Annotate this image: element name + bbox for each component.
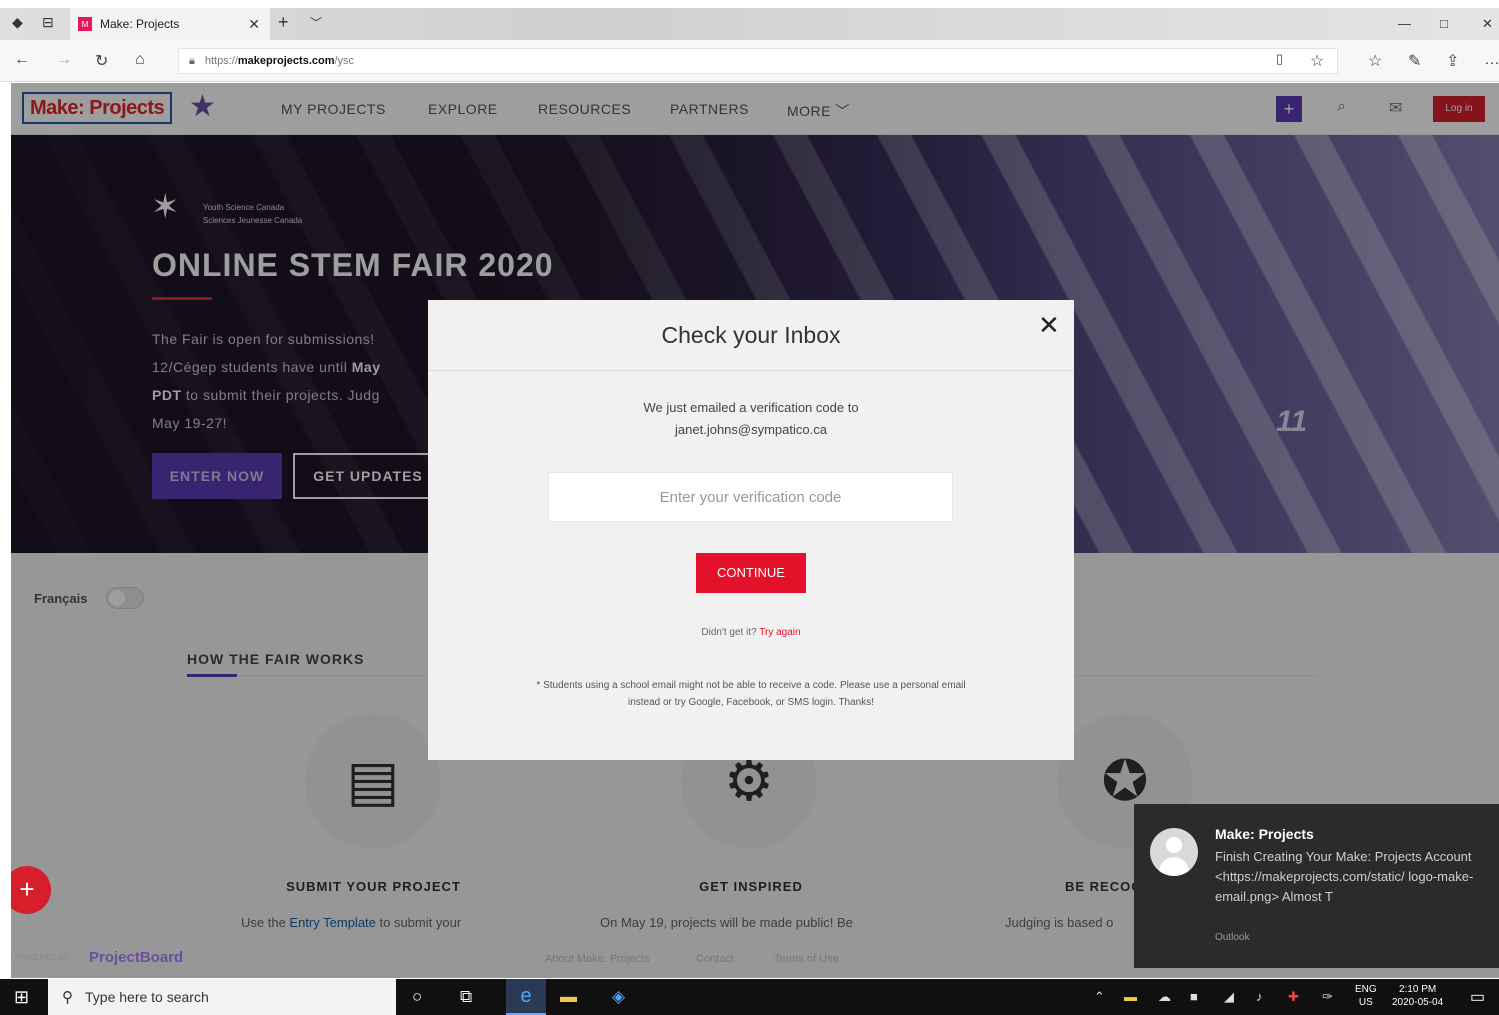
search-lens-icon: ⚲ bbox=[62, 989, 73, 1006]
pen-ink-icon[interactable]: ✑ bbox=[1322, 989, 1333, 1005]
try-again-link[interactable]: Try again bbox=[759, 627, 800, 638]
windows-taskbar: ⊞ ⚲ Type here to search ○ ⧉ e ▬ ◈ ⌃ ▬ ☁ … bbox=[0, 979, 1499, 1015]
edge-browser-icon[interactable]: e bbox=[506, 979, 546, 1015]
close-tab-icon[interactable]: ✕ bbox=[248, 16, 260, 33]
clock-time: 2:10 PM bbox=[1398, 984, 1437, 995]
url-path: /ysc bbox=[334, 55, 355, 67]
lang-code: ENG bbox=[1355, 984, 1377, 995]
modal-message: We just emailed a verification code to j… bbox=[428, 397, 1074, 441]
footer-contact-link[interactable]: Contact bbox=[696, 953, 734, 965]
toast-title: Make: Projects bbox=[1215, 826, 1314, 842]
tab-title: Make: Projects bbox=[100, 17, 180, 31]
input-language[interactable]: ENG US bbox=[1355, 983, 1377, 1009]
maximize-icon[interactable]: □ bbox=[1440, 16, 1448, 31]
taskbar-search-placeholder: Type here to search bbox=[85, 989, 209, 1005]
email-notification-toast[interactable]: Make: Projects Finish Creating Your Make… bbox=[1134, 804, 1499, 968]
modal-message-line: We just emailed a verification code to bbox=[643, 400, 859, 415]
continue-button[interactable]: CONTINUE bbox=[696, 553, 806, 593]
screen: ◆ ⊟ M Make: Projects ✕ + ﹀ — □ ✕ ← → ↻ ⌂… bbox=[0, 0, 1499, 1015]
toast-source: Outlook bbox=[1215, 932, 1250, 943]
tray-alert-icon[interactable]: ✚ bbox=[1288, 989, 1299, 1005]
app-icon[interactable]: ◈ bbox=[612, 987, 625, 1007]
tab-list-chevron-icon[interactable]: ﹀ bbox=[310, 14, 322, 31]
refresh-icon[interactable]: ↻ bbox=[95, 51, 108, 71]
browser-tab-bar: ◆ ⊟ M Make: Projects ✕ + ﹀ — □ ✕ bbox=[0, 8, 1499, 40]
network-icon[interactable]: ◢ bbox=[1224, 989, 1234, 1005]
verification-modal: Check your Inbox ✕ We just emailed a ver… bbox=[428, 300, 1074, 760]
task-view-icon[interactable]: ⧉ bbox=[460, 987, 472, 1007]
home-icon[interactable]: ⌂ bbox=[135, 51, 145, 69]
url-field[interactable]: 🔒︎ https:// makeprojects.com /ysc bbox=[178, 48, 1338, 74]
tray-folder-icon[interactable]: ▬ bbox=[1124, 989, 1137, 1004]
powered-by-label: POWERED BY bbox=[15, 953, 70, 962]
back-icon[interactable]: ← bbox=[14, 51, 30, 69]
new-tab-icon[interactable]: + bbox=[278, 12, 289, 33]
retry-text: Didn't get it? bbox=[701, 627, 760, 638]
file-explorer-icon[interactable]: ▬ bbox=[560, 987, 577, 1007]
toast-body: Finish Creating Your Make: Projects Acco… bbox=[1215, 849, 1474, 904]
lock-icon: 🔒︎ bbox=[189, 54, 195, 67]
modal-close-icon[interactable]: ✕ bbox=[1038, 310, 1060, 341]
projectboard-logo[interactable]: ProjectBoard bbox=[89, 949, 183, 966]
favorite-star-icon[interactable]: ☆ bbox=[1310, 51, 1324, 71]
retry-line: Didn't get it? Try again bbox=[428, 627, 1074, 638]
address-bar-row: ← → ↻ ⌂ 🔒︎ https:// makeprojects.com /ys… bbox=[0, 40, 1499, 82]
tab-preview-icon[interactable]: ⊟ bbox=[42, 14, 54, 31]
sender-avatar-icon bbox=[1150, 828, 1198, 876]
share-icon[interactable]: ⇪ bbox=[1446, 51, 1459, 71]
modal-title: Check your Inbox bbox=[661, 322, 841, 348]
tray-chevron-up-icon[interactable]: ⌃ bbox=[1094, 989, 1105, 1005]
school-email-note: * Students using a school email might no… bbox=[536, 680, 966, 708]
clock-date: 2020-05-04 bbox=[1392, 997, 1444, 1008]
taskbar-search-box[interactable]: ⚲ Type here to search bbox=[48, 979, 396, 1015]
url-prefix: https:// bbox=[204, 55, 238, 67]
action-center-icon[interactable]: ▭ bbox=[1470, 987, 1485, 1007]
footer-about-link[interactable]: About Make: Projects bbox=[545, 953, 650, 965]
window-menu-icon[interactable]: ◆ bbox=[12, 14, 23, 31]
lang-region: US bbox=[1358, 997, 1373, 1008]
reading-view-icon[interactable]: ▯ bbox=[1276, 51, 1283, 67]
tray-device-icon[interactable]: ■ bbox=[1190, 989, 1198, 1004]
onedrive-cloud-icon[interactable]: ☁ bbox=[1158, 989, 1171, 1005]
minimize-icon[interactable]: — bbox=[1398, 16, 1411, 31]
site-favicon-icon: M bbox=[78, 17, 92, 31]
system-clock[interactable]: 2:10 PM 2020-05-04 bbox=[1392, 983, 1443, 1009]
browser-tab[interactable]: M Make: Projects ✕ bbox=[70, 8, 270, 40]
volume-icon[interactable]: ♪ bbox=[1256, 989, 1263, 1004]
verification-code-input[interactable] bbox=[548, 472, 953, 522]
windows-start-icon[interactable]: ⊞ bbox=[14, 987, 29, 1008]
footer-terms-link[interactable]: Terms of Use bbox=[774, 953, 839, 965]
modal-email: janet.johns@sympatico.ca bbox=[675, 422, 827, 437]
notes-pen-icon[interactable]: ✎ bbox=[1408, 51, 1421, 71]
cortana-circle-icon[interactable]: ○ bbox=[412, 987, 422, 1007]
more-dots-icon[interactable]: … bbox=[1484, 51, 1499, 69]
url-host: makeprojects.com bbox=[237, 55, 335, 67]
forward-icon[interactable]: → bbox=[56, 51, 72, 69]
window-close-icon[interactable]: ✕ bbox=[1482, 16, 1493, 32]
favorites-hub-icon[interactable]: ☆ bbox=[1368, 51, 1382, 71]
modal-divider bbox=[428, 370, 1074, 371]
